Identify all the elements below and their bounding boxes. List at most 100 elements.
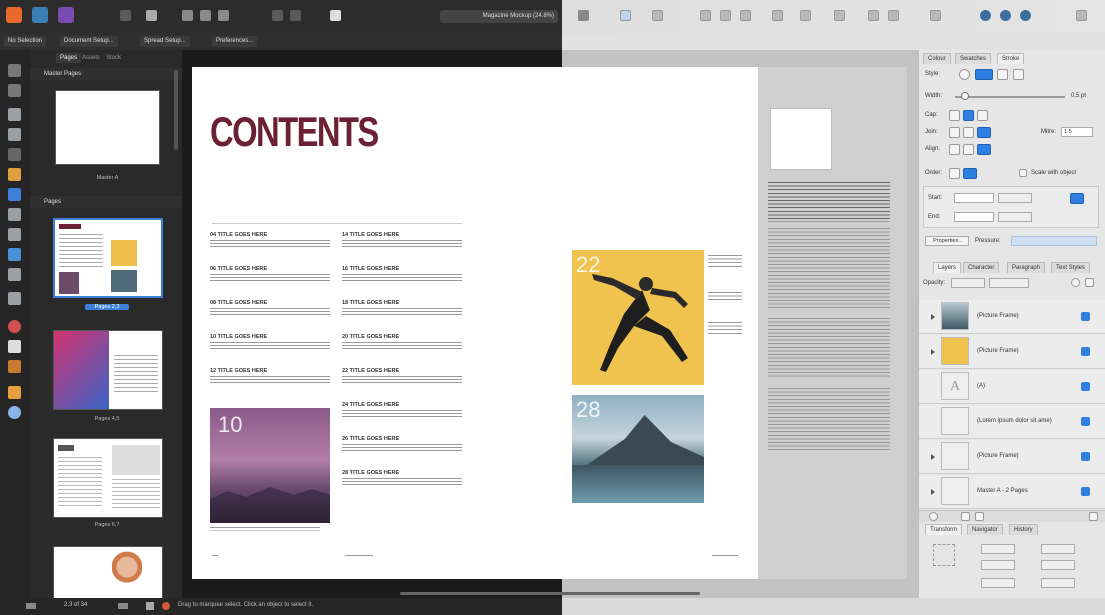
shear-field[interactable] bbox=[1041, 578, 1075, 588]
spread-setup-button[interactable]: Spread Setup... bbox=[140, 36, 190, 47]
transparency-tool-icon[interactable] bbox=[8, 340, 21, 353]
page-options-icon[interactable] bbox=[146, 602, 154, 610]
tab-stock[interactable]: Stock bbox=[102, 53, 125, 63]
undo-icon[interactable] bbox=[272, 10, 283, 21]
zoom-tool-icon[interactable] bbox=[8, 406, 21, 419]
preferences-button[interactable]: Preferences... bbox=[212, 36, 258, 47]
pressure-curve[interactable] bbox=[1011, 236, 1097, 246]
photo-persona-icon[interactable] bbox=[58, 7, 74, 23]
tab-text-styles[interactable]: Text Styles bbox=[1051, 262, 1091, 273]
round-join-icon[interactable] bbox=[963, 127, 974, 138]
miter-join-icon[interactable] bbox=[949, 127, 960, 138]
layer-row[interactable]: (Lorem ipsum dolor sit ame) bbox=[919, 405, 1105, 439]
toc-item[interactable]: 06 TITLE GOES HERE bbox=[210, 266, 330, 283]
align-center-icon[interactable] bbox=[720, 10, 731, 21]
artistic-text-tool-icon[interactable] bbox=[8, 148, 21, 161]
pages-header[interactable]: Pages bbox=[30, 196, 182, 208]
body-text-1[interactable] bbox=[768, 228, 890, 308]
page-thumbnail-2-3[interactable] bbox=[53, 218, 163, 298]
width-field[interactable] bbox=[1041, 544, 1075, 554]
start-scale-field[interactable] bbox=[998, 193, 1032, 203]
frame-tool-icon[interactable] bbox=[620, 10, 631, 21]
geometry-subtract-icon[interactable] bbox=[1000, 10, 1011, 21]
butt-cap-icon[interactable] bbox=[949, 110, 960, 121]
page-thumbnail-4-5[interactable] bbox=[53, 330, 163, 410]
blend-mode-select[interactable] bbox=[989, 278, 1029, 288]
master-pages-header[interactable]: Master Pages bbox=[30, 68, 182, 80]
move-tool-icon[interactable] bbox=[8, 64, 21, 77]
visibility-checkbox[interactable] bbox=[1081, 452, 1090, 461]
pages-scrollbar[interactable] bbox=[174, 70, 178, 150]
tab-assets[interactable]: Assets bbox=[78, 53, 104, 63]
expand-arrow-icon[interactable] bbox=[931, 489, 935, 495]
y-field[interactable] bbox=[981, 560, 1015, 570]
boolean-icon[interactable] bbox=[930, 10, 941, 21]
visibility-checkbox[interactable] bbox=[1081, 347, 1090, 356]
canvas-horizontal-scrollbar[interactable] bbox=[400, 592, 700, 595]
gear-icon[interactable] bbox=[1071, 278, 1080, 287]
align-right-icon[interactable] bbox=[740, 10, 751, 21]
tab-navigator[interactable]: Navigator bbox=[967, 524, 1003, 535]
color-chip-icon[interactable] bbox=[652, 10, 663, 21]
toc-item[interactable]: 16 TITLE GOES HERE bbox=[342, 266, 462, 283]
stroke-front-icon[interactable] bbox=[963, 168, 977, 179]
expand-arrow-icon[interactable] bbox=[931, 349, 935, 355]
document-title[interactable]: Magazine Mockup (24.8%) bbox=[440, 10, 558, 23]
anchor-point-selector[interactable] bbox=[933, 544, 955, 566]
geometry-intersect-icon[interactable] bbox=[1020, 10, 1031, 21]
end-arrowhead-select[interactable] bbox=[954, 212, 994, 222]
arrange-icon[interactable] bbox=[800, 10, 811, 21]
grid-icon[interactable] bbox=[120, 10, 131, 21]
visibility-checkbox[interactable] bbox=[1081, 487, 1090, 496]
transform-icon[interactable] bbox=[834, 10, 845, 21]
user-icon[interactable] bbox=[1076, 10, 1087, 21]
toc-item[interactable]: 10 TITLE GOES HERE bbox=[210, 334, 330, 351]
toc-item[interactable]: 18 TITLE GOES HERE bbox=[342, 300, 462, 317]
tab-history[interactable]: History bbox=[1009, 524, 1038, 535]
distribute-icon[interactable] bbox=[772, 10, 783, 21]
page-indicator[interactable]: 2,3 of 34 bbox=[64, 602, 87, 608]
close-icon[interactable] bbox=[578, 10, 589, 21]
next-page-icon[interactable] bbox=[118, 603, 128, 609]
visibility-checkbox[interactable] bbox=[1081, 312, 1090, 321]
width-value[interactable]: 0.5 pt bbox=[1071, 93, 1086, 99]
stroke-behind-icon[interactable] bbox=[949, 168, 960, 179]
align-inside-icon[interactable] bbox=[949, 144, 960, 155]
align-outside-icon[interactable] bbox=[977, 144, 991, 155]
page-thumbnail-8-9[interactable] bbox=[53, 546, 163, 598]
round-cap-icon[interactable] bbox=[963, 110, 974, 121]
document-icon[interactable] bbox=[182, 10, 193, 21]
align-left-icon[interactable] bbox=[700, 10, 711, 21]
feature-image-runner[interactable]: 22 bbox=[572, 250, 704, 385]
feature-image-purple[interactable]: 10 bbox=[210, 408, 330, 523]
pen-tool-icon[interactable] bbox=[8, 168, 21, 181]
toc-item[interactable]: 08 TITLE GOES HERE bbox=[210, 300, 330, 317]
headline-text[interactable] bbox=[768, 182, 890, 222]
x-field[interactable] bbox=[981, 544, 1015, 554]
toc-item[interactable]: 14 TITLE GOES HERE bbox=[342, 232, 462, 249]
toc-item[interactable]: 04 TITLE GOES HERE bbox=[210, 232, 330, 249]
tab-stroke[interactable]: Stroke bbox=[997, 53, 1025, 64]
trash-icon[interactable] bbox=[1089, 512, 1098, 521]
tab-character[interactable]: Character bbox=[963, 262, 1000, 273]
snapping-icon[interactable] bbox=[330, 10, 341, 21]
image-placeholder[interactable] bbox=[770, 108, 832, 170]
redo-icon[interactable] bbox=[290, 10, 301, 21]
tab-layers[interactable]: Layers bbox=[933, 262, 962, 273]
fx-icon[interactable] bbox=[975, 512, 984, 521]
tab-paragraph[interactable]: Paragraph bbox=[1007, 262, 1046, 273]
layer-row[interactable]: (Picture Frame) bbox=[919, 335, 1105, 369]
layer-row[interactable]: A (A) bbox=[919, 370, 1105, 404]
start-arrowhead-select[interactable] bbox=[954, 193, 994, 203]
place-image-tool-icon[interactable] bbox=[8, 268, 21, 281]
square-cap-icon[interactable] bbox=[977, 110, 988, 121]
body-text-3[interactable] bbox=[768, 388, 890, 450]
spread-icon[interactable] bbox=[200, 10, 211, 21]
settings-icon[interactable] bbox=[146, 10, 157, 21]
rotation-field[interactable] bbox=[981, 578, 1015, 588]
layer-row[interactable]: (Picture Frame) bbox=[919, 440, 1105, 474]
visibility-checkbox[interactable] bbox=[1081, 382, 1090, 391]
page-thumbnail-6-7[interactable] bbox=[53, 438, 163, 518]
expand-arrow-icon[interactable] bbox=[931, 454, 935, 460]
fill-tool-icon[interactable] bbox=[8, 248, 21, 261]
